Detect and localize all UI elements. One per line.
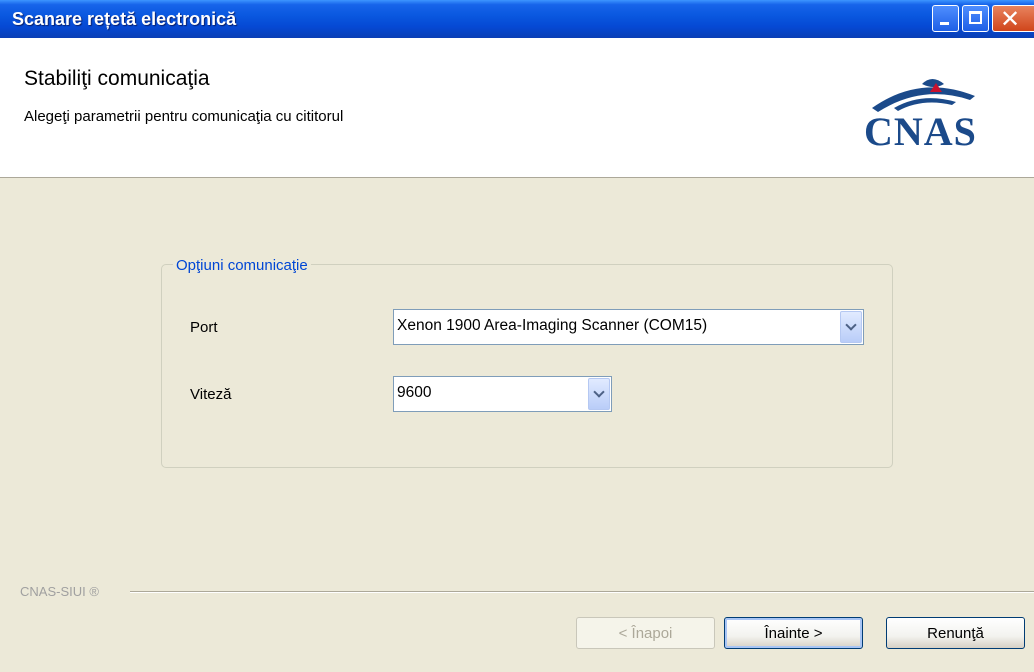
speed-select[interactable]: 9600 (393, 376, 612, 412)
minimize-icon (940, 22, 949, 25)
footer-divider (130, 591, 1034, 593)
chevron-down-icon[interactable] (840, 311, 862, 343)
cnas-logo: CNAS (860, 78, 1010, 158)
page-title: Stabiliţi comunicaţia (24, 67, 210, 90)
port-label: Port (190, 319, 218, 336)
cancel-button[interactable]: Renunţă (886, 617, 1025, 649)
back-button[interactable]: < Înapoi (576, 617, 715, 649)
window-title: Scanare rețetă electronică (12, 9, 237, 29)
close-button[interactable]: ✕ (992, 5, 1034, 33)
footer-brand: CNAS-SIUI ® (20, 584, 99, 599)
logo-text: CNAS (864, 109, 977, 154)
speed-value: 9600 (397, 384, 432, 401)
wizard-header: Stabiliţi comunicaţia Alegeţi parametrii… (0, 38, 1034, 178)
port-select[interactable]: Xenon 1900 Area-Imaging Scanner (COM15) (393, 309, 864, 345)
group-legend: Opţiuni comunicaţie (173, 257, 311, 274)
close-icon: ✕ (1000, 6, 1021, 33)
minimize-button[interactable] (932, 5, 959, 32)
speed-label: Viteză (190, 386, 232, 403)
chevron-down-icon[interactable] (588, 378, 610, 410)
next-button[interactable]: Înainte > (724, 617, 863, 649)
title-bar[interactable]: Scanare rețetă electronică ✕ (0, 0, 1034, 39)
maximize-icon (969, 11, 982, 24)
page-subtitle: Alegeţi parametrii pentru comunicaţia cu… (24, 108, 344, 125)
communication-options-group (161, 264, 893, 468)
maximize-button[interactable] (962, 5, 989, 32)
port-value: Xenon 1900 Area-Imaging Scanner (COM15) (397, 317, 708, 334)
